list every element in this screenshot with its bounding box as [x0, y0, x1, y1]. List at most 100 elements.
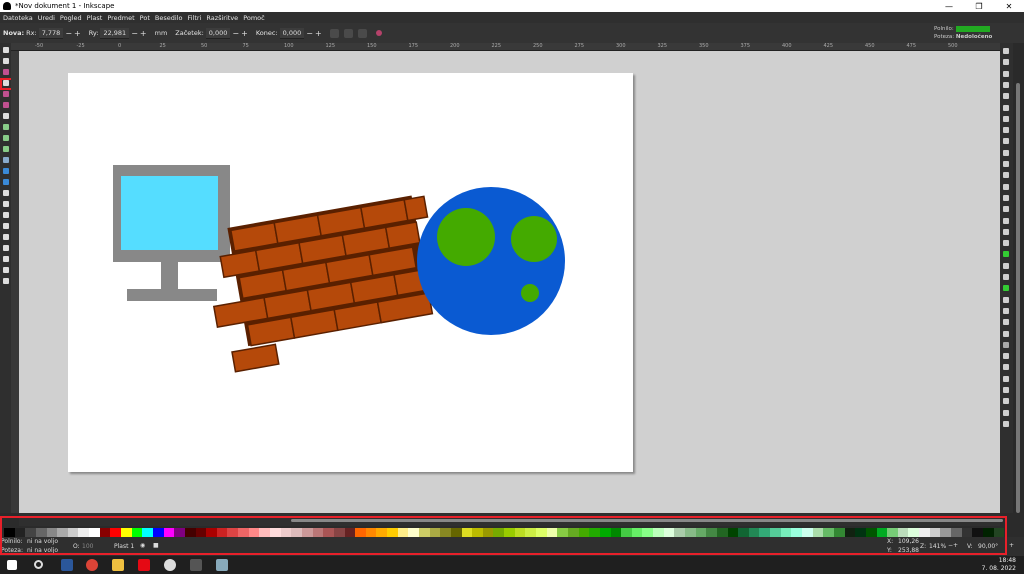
- command-icon[interactable]: [1003, 161, 1009, 167]
- menu-plast[interactable]: Plast: [87, 14, 103, 22]
- rx-stepper[interactable]: −+: [65, 29, 82, 38]
- mesh-tool-icon[interactable]: [3, 179, 9, 185]
- zoom-tool-icon[interactable]: [3, 267, 9, 273]
- windows-start-icon[interactable]: [7, 560, 17, 570]
- netflix-icon[interactable]: [138, 559, 150, 571]
- menu-predmet[interactable]: Predmet: [107, 14, 134, 22]
- rx-input[interactable]: 7,778: [38, 27, 64, 39]
- arc-icon[interactable]: [357, 28, 367, 38]
- inkscape-taskbar-icon[interactable]: [190, 559, 202, 571]
- menu-razsiritve[interactable]: Razširitve: [206, 14, 238, 22]
- spray-tool-icon[interactable]: [3, 223, 9, 229]
- menu-datoteka[interactable]: Datoteka: [3, 14, 33, 22]
- command-icon[interactable]: [1003, 183, 1009, 190]
- command-icon[interactable]: [1003, 48, 1009, 54]
- start-input[interactable]: 0,000: [205, 27, 231, 39]
- word-icon[interactable]: [61, 559, 73, 571]
- gradient-tool-icon[interactable]: [3, 168, 9, 174]
- 3dbox-tool-icon[interactable]: [3, 102, 9, 108]
- eraser-tool-icon[interactable]: [3, 234, 9, 240]
- app-circle-icon[interactable]: [164, 559, 176, 571]
- end-input[interactable]: 0,000: [279, 27, 305, 39]
- command-icon[interactable]: [1003, 330, 1009, 337]
- command-icon[interactable]: [1003, 409, 1009, 416]
- chrome-icon[interactable]: [86, 559, 98, 571]
- command-icon[interactable]: [1003, 70, 1009, 77]
- style-indicator[interactable]: Polnilo: Poteza: Nedoločeno: [934, 25, 994, 41]
- command-icon[interactable]: [1003, 274, 1009, 280]
- tweak-tool-icon[interactable]: [3, 212, 9, 218]
- command-icon[interactable]: [1003, 420, 1009, 427]
- menu-filtri[interactable]: Filtri: [187, 14, 201, 22]
- vertical-scrollbar[interactable]: [1013, 43, 1024, 513]
- vertical-scroll-thumb[interactable]: [1016, 83, 1020, 513]
- command-icon[interactable]: [1003, 206, 1009, 213]
- text-tool-icon[interactable]: [3, 157, 9, 163]
- calligraphy-tool-icon[interactable]: [3, 146, 9, 152]
- command-icon[interactable]: [1003, 127, 1009, 134]
- end-stepper[interactable]: −+: [306, 29, 323, 38]
- ry-input[interactable]: 22,981: [100, 27, 130, 39]
- command-icon[interactable]: [1003, 149, 1009, 156]
- command-icon[interactable]: [1003, 138, 1009, 145]
- command-icon[interactable]: [1003, 115, 1009, 122]
- file-explorer-icon[interactable]: [112, 559, 124, 571]
- command-icon[interactable]: [1003, 251, 1009, 258]
- reset-arc-icon[interactable]: [375, 30, 382, 36]
- command-icon[interactable]: [1003, 296, 1009, 303]
- close-button[interactable]: ✕: [994, 0, 1024, 12]
- command-icon[interactable]: [1003, 172, 1009, 179]
- globe[interactable]: [417, 187, 565, 335]
- paintbucket-tool-icon[interactable]: [3, 201, 9, 207]
- command-icon[interactable]: [1003, 387, 1009, 393]
- slice-icon[interactable]: [343, 28, 353, 38]
- command-icon[interactable]: [1003, 364, 1009, 371]
- command-icon[interactable]: [1003, 307, 1009, 314]
- continent-medium[interactable]: [511, 216, 557, 262]
- dropper-tool-icon[interactable]: [3, 190, 9, 196]
- command-icon[interactable]: [1003, 319, 1009, 326]
- unit-select[interactable]: mm: [155, 29, 168, 37]
- rect-tool-icon[interactable]: [3, 69, 9, 75]
- command-icon[interactable]: [1003, 81, 1009, 88]
- command-icon[interactable]: [1003, 375, 1009, 382]
- command-icon[interactable]: [1003, 59, 1009, 66]
- monitor-screen[interactable]: [121, 176, 218, 250]
- monitor-base[interactable]: [127, 289, 217, 301]
- command-icon[interactable]: [1003, 341, 1009, 348]
- selector-tool-icon[interactable]: [3, 47, 9, 53]
- spiral-tool-icon[interactable]: [3, 113, 9, 119]
- menu-pogled[interactable]: Pogled: [60, 14, 82, 22]
- command-icon[interactable]: [1003, 353, 1009, 360]
- command-icon[interactable]: [1003, 240, 1009, 247]
- node-tool-icon[interactable]: [3, 58, 9, 64]
- pencil-tool-icon[interactable]: [3, 124, 9, 130]
- connector-tool-icon[interactable]: [3, 245, 9, 251]
- restore-button[interactable]: ❐: [964, 0, 994, 12]
- menu-besedilo[interactable]: Besedilo: [155, 14, 183, 22]
- clock[interactable]: 18:48 7. 08. 2022: [982, 557, 1016, 573]
- rotation-stepper-icon[interactable]: +: [1009, 542, 1014, 549]
- command-icon[interactable]: [1003, 194, 1009, 201]
- paint-icon[interactable]: [216, 559, 228, 571]
- star-tool-icon[interactable]: [3, 91, 9, 97]
- menu-uredi[interactable]: Uredi: [38, 14, 55, 22]
- canvas[interactable]: [19, 51, 1000, 513]
- monitor-stand[interactable]: [161, 262, 178, 291]
- command-icon[interactable]: [1003, 93, 1009, 100]
- brick-wall[interactable]: [201, 193, 448, 373]
- command-icon[interactable]: [1003, 398, 1009, 405]
- command-icon[interactable]: [1003, 217, 1009, 224]
- command-icon[interactable]: [1003, 262, 1009, 269]
- menu-pot[interactable]: Pot: [140, 14, 150, 22]
- pen-tool-icon[interactable]: [3, 135, 9, 141]
- search-icon[interactable]: [34, 560, 43, 569]
- document-page[interactable]: [68, 73, 633, 472]
- continent-small[interactable]: [521, 284, 539, 302]
- command-icon[interactable]: [1003, 104, 1009, 111]
- start-stepper[interactable]: −+: [232, 29, 249, 38]
- ry-stepper[interactable]: −+: [131, 29, 148, 38]
- continent-large[interactable]: [437, 208, 495, 266]
- command-icon[interactable]: [1003, 285, 1009, 292]
- menu-pomoc[interactable]: Pomoč: [243, 14, 265, 22]
